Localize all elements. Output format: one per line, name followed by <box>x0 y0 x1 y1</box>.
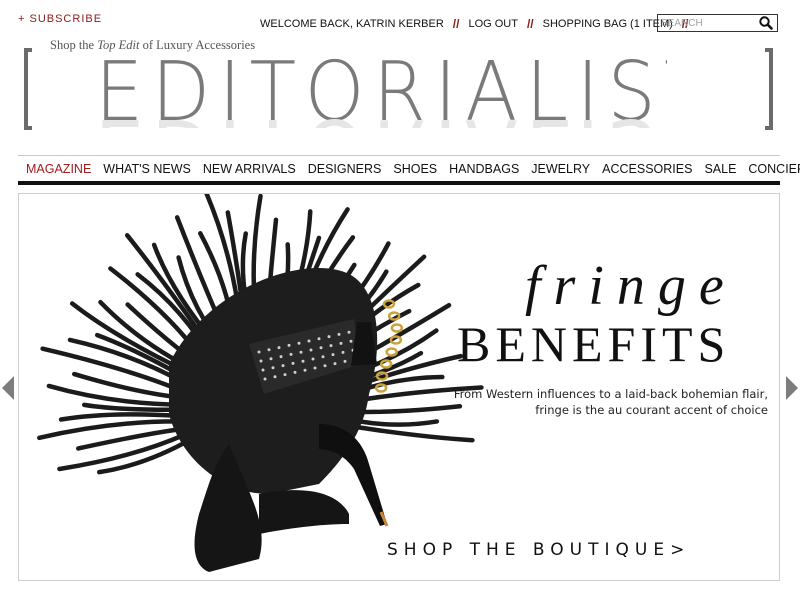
separator: // <box>526 17 534 31</box>
chevron-right-icon[interactable] <box>786 376 798 400</box>
hero-headline-script: fringe <box>525 255 737 317</box>
welcome-link[interactable]: WELCOME BACK, KATRIN KERBER <box>260 18 444 30</box>
logo-reflection: EDITORIALIST <box>95 104 667 128</box>
tagline-start: Shop the <box>50 38 98 52</box>
nav-bottom-rule <box>18 181 780 185</box>
search-box <box>657 14 778 32</box>
separator: // <box>452 17 460 31</box>
main-nav: MAGAZINE WHAT'S NEWS NEW ARRIVALS DESIGNERS… <box>18 156 800 182</box>
chevron-left-icon[interactable] <box>2 376 14 400</box>
nav-item-sale[interactable]: SALE <box>704 162 736 176</box>
nav-item-accessories[interactable]: ACCESSORIES <box>602 162 692 176</box>
nav-item-what-s-news[interactable]: WHAT'S NEWS <box>103 162 191 176</box>
nav-item-handbags[interactable]: HANDBAGS <box>449 162 519 176</box>
logo-right-bracket <box>765 48 773 130</box>
hero-headline: BENEFITS <box>457 316 731 372</box>
account-bar: WELCOME BACK, KATRIN KERBER // LOG OUT /… <box>260 17 698 31</box>
logo-left-bracket <box>24 48 32 130</box>
subscribe-link[interactable]: + SUBSCRIBE <box>18 13 102 25</box>
shopping-bag-link[interactable]: SHOPPING BAG (1 ITEM) <box>543 18 673 30</box>
shop-boutique-link[interactable]: SHOP THE BOUTIQUE> <box>387 540 690 560</box>
hero-subtext-line2: fringe is the au courant accent of choic… <box>535 403 768 417</box>
logo-reflection-text: EDITORIALIST <box>95 104 667 128</box>
hero-subtext-line1: From Western influences to a laid-back b… <box>453 387 768 401</box>
nav-item-new-arrivals[interactable]: NEW ARRIVALS <box>203 162 296 176</box>
hero-subtext: From Western influences to a laid-back b… <box>396 386 768 418</box>
nav-item-magazine[interactable]: MAGAZINE <box>26 162 91 176</box>
search-input[interactable] <box>658 16 757 30</box>
nav-item-designers[interactable]: DESIGNERS <box>308 162 382 176</box>
nav-item-shoes[interactable]: SHOES <box>393 162 437 176</box>
nav-item-jewelry[interactable]: JEWELRY <box>531 162 590 176</box>
logout-link[interactable]: LOG OUT <box>468 18 518 30</box>
nav-item-concierge[interactable]: CONCIERGE <box>748 162 800 176</box>
magnifier-icon[interactable] <box>758 15 774 31</box>
